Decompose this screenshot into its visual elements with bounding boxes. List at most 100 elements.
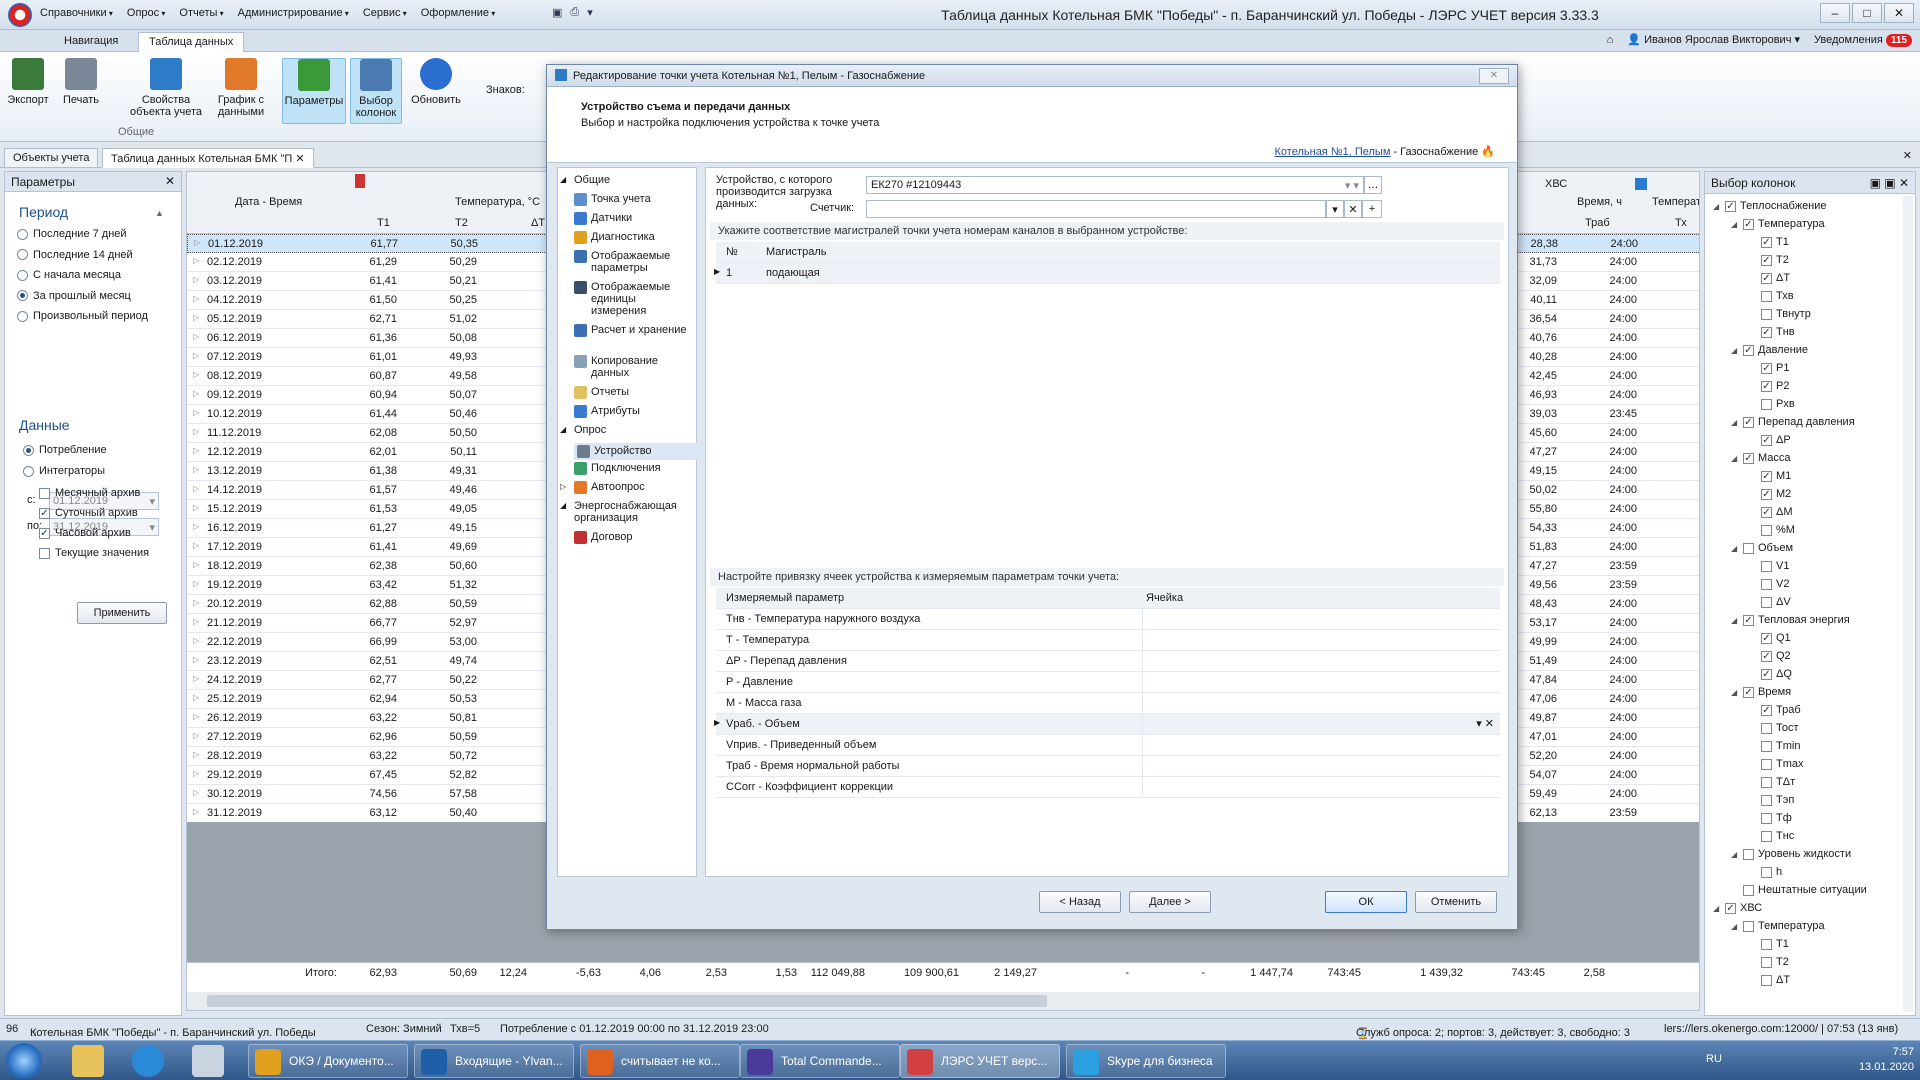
column-tree-node[interactable]: ✓ ΔТ bbox=[1749, 272, 1790, 284]
apply-button[interactable]: Применить bbox=[77, 602, 167, 624]
taskbar-item[interactable]: Skype для бизнеса bbox=[1066, 1044, 1226, 1078]
collapse-icon[interactable]: ▲ bbox=[155, 208, 164, 218]
expand-icon[interactable]: ▷ bbox=[193, 332, 199, 341]
nav-item[interactable]: Копирование данных bbox=[574, 355, 691, 379]
expand-icon[interactable]: ▷ bbox=[193, 389, 199, 398]
checkbox-icon[interactable]: ✓ bbox=[1761, 272, 1772, 284]
user-menu[interactable]: 👤 Иванов Ярослав Викторович ▾ bbox=[1627, 33, 1800, 46]
expand-icon[interactable]: ▷ bbox=[193, 674, 199, 683]
expand-icon[interactable]: ◢ bbox=[1731, 544, 1739, 553]
explorer-icon[interactable] bbox=[72, 1045, 104, 1077]
column-tree-node[interactable]: ✓ M1 bbox=[1749, 470, 1791, 482]
table-row[interactable]: Траб - Время нормальной работы bbox=[716, 756, 1500, 777]
cell-input[interactable] bbox=[1142, 735, 1500, 755]
checkbox-icon[interactable]: ✓ bbox=[1761, 254, 1772, 266]
expand-icon[interactable]: ▷ bbox=[193, 541, 199, 550]
nav-item[interactable]: ◢ Опрос bbox=[560, 424, 606, 436]
col-datetime[interactable]: Дата - Время bbox=[235, 196, 302, 208]
expand-icon[interactable]: ▷ bbox=[193, 313, 199, 322]
column-tree-node[interactable]: Pхв bbox=[1749, 398, 1795, 410]
metering-point-link[interactable]: Котельная №1, Пелым bbox=[1275, 146, 1391, 158]
checkbox-icon[interactable]: ✓ bbox=[1743, 344, 1754, 356]
column-tree-node[interactable]: Тнс bbox=[1749, 830, 1794, 842]
checkbox-icon[interactable] bbox=[1761, 578, 1772, 590]
column-tree-node[interactable]: Нештатные ситуации bbox=[1731, 884, 1867, 896]
expand-icon[interactable]: ▷ bbox=[193, 256, 199, 265]
close-icon[interactable]: ✕ bbox=[295, 153, 304, 165]
menu-item[interactable]: Сервис bbox=[363, 7, 407, 19]
language-indicator[interactable]: RU bbox=[1706, 1053, 1722, 1065]
cancel-button[interactable]: Отменить bbox=[1415, 891, 1497, 913]
menu-item[interactable]: Оформление bbox=[421, 7, 496, 19]
col-traab[interactable]: Траб bbox=[1585, 217, 1610, 229]
system-clock[interactable]: 7:57 13.01.2020 bbox=[1859, 1045, 1914, 1075]
column-tree-node[interactable]: Т1 bbox=[1749, 938, 1789, 950]
column-tree-node[interactable]: ✓ Тнв bbox=[1749, 326, 1795, 338]
minimize-button[interactable]: – bbox=[1820, 3, 1850, 23]
archive-checkbox[interactable]: Месячный архив bbox=[39, 487, 140, 499]
column-tree-node[interactable]: ✓ Т1 bbox=[1749, 236, 1789, 248]
cell-input[interactable] bbox=[1142, 630, 1500, 650]
checkbox-icon[interactable]: ✓ bbox=[1743, 686, 1754, 698]
expand-icon[interactable]: ▷ bbox=[193, 617, 199, 626]
column-tree-node[interactable]: ✓ Q1 bbox=[1749, 632, 1791, 644]
expand-icon[interactable]: ▷ bbox=[193, 484, 199, 493]
data-option[interactable]: Интеграторы bbox=[23, 465, 105, 477]
expand-icon[interactable]: ▷ bbox=[194, 238, 200, 247]
column-tree-node[interactable]: ◢ ✓ Теплоснабжение bbox=[1713, 200, 1827, 212]
column-tree-node[interactable]: ✓ ΔP bbox=[1749, 434, 1791, 446]
expand-icon[interactable]: ▷ bbox=[193, 731, 199, 740]
collapse-icon[interactable]: ◢ bbox=[560, 174, 570, 186]
column-tree-node[interactable]: Тф bbox=[1749, 812, 1792, 824]
column-tree-node[interactable]: ✓ Траб bbox=[1749, 704, 1801, 716]
checkbox-icon[interactable] bbox=[1761, 974, 1772, 986]
ok-button[interactable]: ОК bbox=[1325, 891, 1407, 913]
column-tree-node[interactable]: TΔт bbox=[1749, 776, 1795, 788]
period-option[interactable]: Последние 7 дней bbox=[17, 228, 127, 240]
checkbox-icon[interactable] bbox=[1761, 938, 1772, 950]
table-row[interactable]: Тнв - Температура наружного воздуха bbox=[716, 609, 1500, 630]
taskbar-item[interactable]: считывает не ко... bbox=[580, 1044, 740, 1078]
checkbox-icon[interactable]: ✓ bbox=[1761, 704, 1772, 716]
checkbox-icon[interactable]: ✓ bbox=[1743, 416, 1754, 428]
col-t1[interactable]: Т1 bbox=[377, 217, 390, 229]
checkbox-icon[interactable] bbox=[1743, 848, 1754, 860]
nav-item[interactable]: Договор bbox=[574, 531, 633, 544]
checkbox-icon[interactable] bbox=[1761, 830, 1772, 842]
col-tx[interactable]: Тх bbox=[1675, 217, 1687, 229]
export-button[interactable]: Экспорт bbox=[6, 58, 50, 106]
checkbox-icon[interactable]: ✓ bbox=[1761, 650, 1772, 662]
taskbar-item[interactable]: ОКЭ / Документо... bbox=[248, 1044, 408, 1078]
expand-icon[interactable]: ▷ bbox=[193, 579, 199, 588]
col-t2[interactable]: Т2 bbox=[455, 217, 468, 229]
calculator-icon[interactable] bbox=[192, 1045, 224, 1077]
column-tree-node[interactable]: ◢ ✓ Время bbox=[1731, 686, 1791, 698]
expand-icon[interactable]: ▷ bbox=[193, 560, 199, 569]
tab-objects[interactable]: Объекты учета bbox=[4, 148, 99, 168]
column-tree-node[interactable]: ΔТ bbox=[1749, 974, 1790, 986]
nav-item[interactable]: Атрибуты bbox=[574, 405, 640, 418]
column-tree-node[interactable]: ◢ ✓ Температура bbox=[1731, 218, 1825, 230]
nav-item[interactable]: Устройство bbox=[574, 443, 710, 460]
expand-icon[interactable]: ▷ bbox=[193, 275, 199, 284]
taskbar-item[interactable]: Total Commande... bbox=[740, 1044, 900, 1078]
expand-icon[interactable]: ▷ bbox=[193, 807, 199, 816]
table-row[interactable]: Т - Температура bbox=[716, 630, 1500, 651]
object-properties-button[interactable]: Свойства объекта учета bbox=[124, 58, 208, 118]
print-button[interactable]: Печать bbox=[58, 58, 104, 106]
scroll-thumb[interactable] bbox=[207, 995, 1047, 1007]
column-tree-node[interactable]: ◢ ✓ Масса bbox=[1731, 452, 1791, 464]
close-button[interactable]: ✕ bbox=[1884, 3, 1914, 23]
vertical-scrollbar[interactable] bbox=[1903, 196, 1913, 1012]
expand-icon[interactable]: ◢ bbox=[1731, 418, 1739, 427]
checkbox-icon[interactable] bbox=[1743, 542, 1754, 554]
checkbox-icon[interactable] bbox=[1761, 776, 1772, 788]
checkbox-icon[interactable]: ✓ bbox=[1743, 218, 1754, 230]
tab-data-table[interactable]: Таблица данных bbox=[138, 32, 245, 52]
cell-input[interactable] bbox=[1142, 672, 1500, 692]
taskbar-item[interactable]: Входящие - Ylvan... bbox=[414, 1044, 574, 1078]
expand-icon[interactable]: ▷ bbox=[193, 788, 199, 797]
expand-icon[interactable]: ▷ bbox=[193, 503, 199, 512]
menu-item[interactable]: Опрос bbox=[127, 7, 166, 19]
column-tree-node[interactable]: ◢ Объем bbox=[1731, 542, 1793, 554]
